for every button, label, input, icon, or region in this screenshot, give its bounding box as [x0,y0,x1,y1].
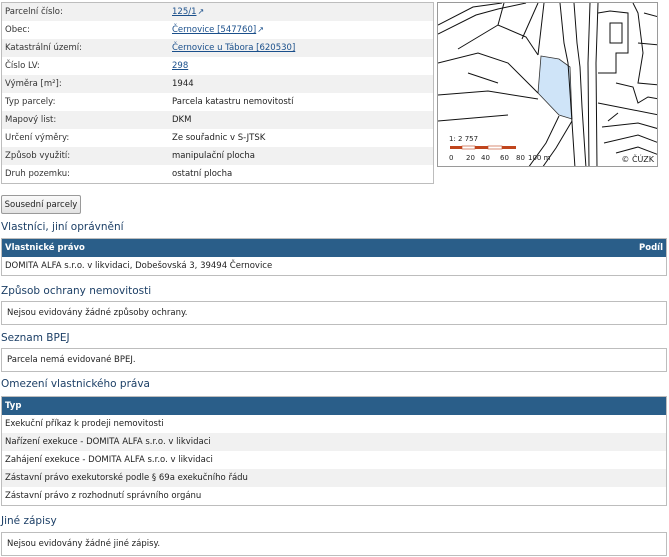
neighbors-button[interactable]: Sousední parcely [1,195,81,214]
bpej-box: Parcela nemá evidované BPEJ. [1,348,667,372]
external-link-icon[interactable]: ↗ [198,7,205,16]
parcel-info-link[interactable]: Černovice u Tábora [620530] [172,43,295,53]
table-row: Nařízení exekuce - DOMITA ALFA s.r.o. v … [2,433,666,451]
map-scale-ratio: 1: 2 757 [449,135,479,143]
parcel-info-value: DKM [172,115,192,125]
map-scale-tick: 0 [449,154,454,162]
parcel-info-value: Ze souřadnic v S-JTSK [172,133,266,143]
parcel-info-row: Parcelní číslo: 125/1↗ [2,3,433,21]
parcel-info-label: Určení výměry: [5,133,70,143]
parcel-info-value: Parcela katastru nemovitostí [172,97,294,107]
parcel-info-label: Katastrální území: [5,43,83,53]
parcel-info-link[interactable]: 125/1 [172,7,197,17]
parcel-info-row: Typ parcely: Parcela katastru nemovitostí [2,93,433,111]
restrictions-col-type: Typ [5,401,22,411]
owners-table: Vlastnické právo Podíl DOMITA ALFA s.r.o… [1,238,667,276]
parcel-info-row: Určení výměry: Ze souřadnic v S-JTSK [2,129,433,147]
protection-box: Nejsou evidovány žádné způsoby ochrany. [1,301,667,325]
parcel-info-row: Katastrální území: Černovice u Tábora [62… [2,39,433,57]
parcel-info-table: Parcelní číslo: 125/1↗ Obec: Černovice [547… [1,2,434,184]
map-scale-tick: 80 [516,154,525,162]
cadastral-map[interactable]: 1: 2 757 0 20 40 60 80 100 m © ČÚZK [437,2,658,167]
parcel-info-label: Parcelní číslo: [5,7,63,17]
other-box: Nejsou evidovány žádné jiné zápisy. [1,532,667,556]
parcel-info-value: 298 [172,61,433,71]
restrictions-table-header: Typ [2,397,666,415]
owners-table-header: Vlastnické právo Podíl [2,239,666,257]
parcel-info-label: Typ parcely: [5,97,56,107]
parcel-info-value: ostatní plocha [172,169,233,179]
map-scale-tick: 100 m [528,154,551,162]
parcel-info-label: Způsob využití: [5,151,71,161]
parcel-info-value: Černovice u Tábora [620530] [172,43,433,53]
other-title: Jiné zápisy [1,515,57,527]
parcel-info-row: Mapový list: DKM [2,111,433,129]
parcel-info-link[interactable]: 298 [172,61,188,71]
map-scale-tick: 40 [481,154,490,162]
parcel-info-link[interactable]: Černovice [547760] [172,25,256,35]
parcel-info-row: Druh pozemku: ostatní plocha [2,165,433,183]
parcel-info-value: 125/1↗ [172,7,433,17]
table-row: Zástavní právo exekutorské podle § 69a e… [2,469,666,487]
table-row: Exekuční příkaz k prodeji nemovitosti [5,419,164,429]
parcel-info-value: manipulační plocha [172,151,255,161]
parcel-info-value: Černovice [547760]↗ [172,25,433,35]
parcel-info-row: Číslo LV: 298 [2,57,433,75]
protection-title: Způsob ochrany nemovitosti [1,285,152,297]
owners-col-right-of-ownership: Vlastnické právo [5,243,85,253]
other-note: Nejsou evidovány žádné jiné zápisy. [7,539,161,549]
owners-col-share: Podíl [639,243,663,253]
restrictions-table: Typ Exekuční příkaz k prodeji nemovitost… [1,396,667,506]
parcel-info-label: Druh pozemku: [5,169,70,179]
map-copyright: © ČÚZK [621,155,654,164]
protection-note: Nejsou evidovány žádné způsoby ochrany. [7,308,188,318]
external-link-icon[interactable]: ↗ [257,25,264,34]
bpej-title: Seznam BPEJ [1,332,70,344]
parcel-info-label: Číslo LV: [5,61,40,71]
restrictions-title: Omezení vlastnického práva [1,378,150,390]
parcel-info-label: Výměra [m²]: [5,79,62,89]
owners-title: Vlastníci, jiní oprávnění [1,221,124,233]
parcel-info-label: Mapový list: [5,115,57,125]
parcel-info-row: Výměra [m²]: 1944 [2,75,433,93]
map-scale-tick: 20 [466,154,475,162]
table-row: Zástavní právo z rozhodnutí správního or… [5,491,202,501]
table-row: DOMITA ALFA s.r.o. v likvidaci, Dobešovs… [5,261,273,271]
table-row: Zahájení exekuce - DOMITA ALFA s.r.o. v … [5,455,213,465]
bpej-note: Parcela nemá evidované BPEJ. [7,355,136,365]
parcel-info-row: Obec: Černovice [547760]↗ [2,21,433,39]
map-scale-tick: 60 [500,154,509,162]
parcel-info-label: Obec: [5,25,30,35]
parcel-info-value: 1944 [172,79,194,89]
parcel-info-row: Způsob využití: manipulační plocha [2,147,433,165]
